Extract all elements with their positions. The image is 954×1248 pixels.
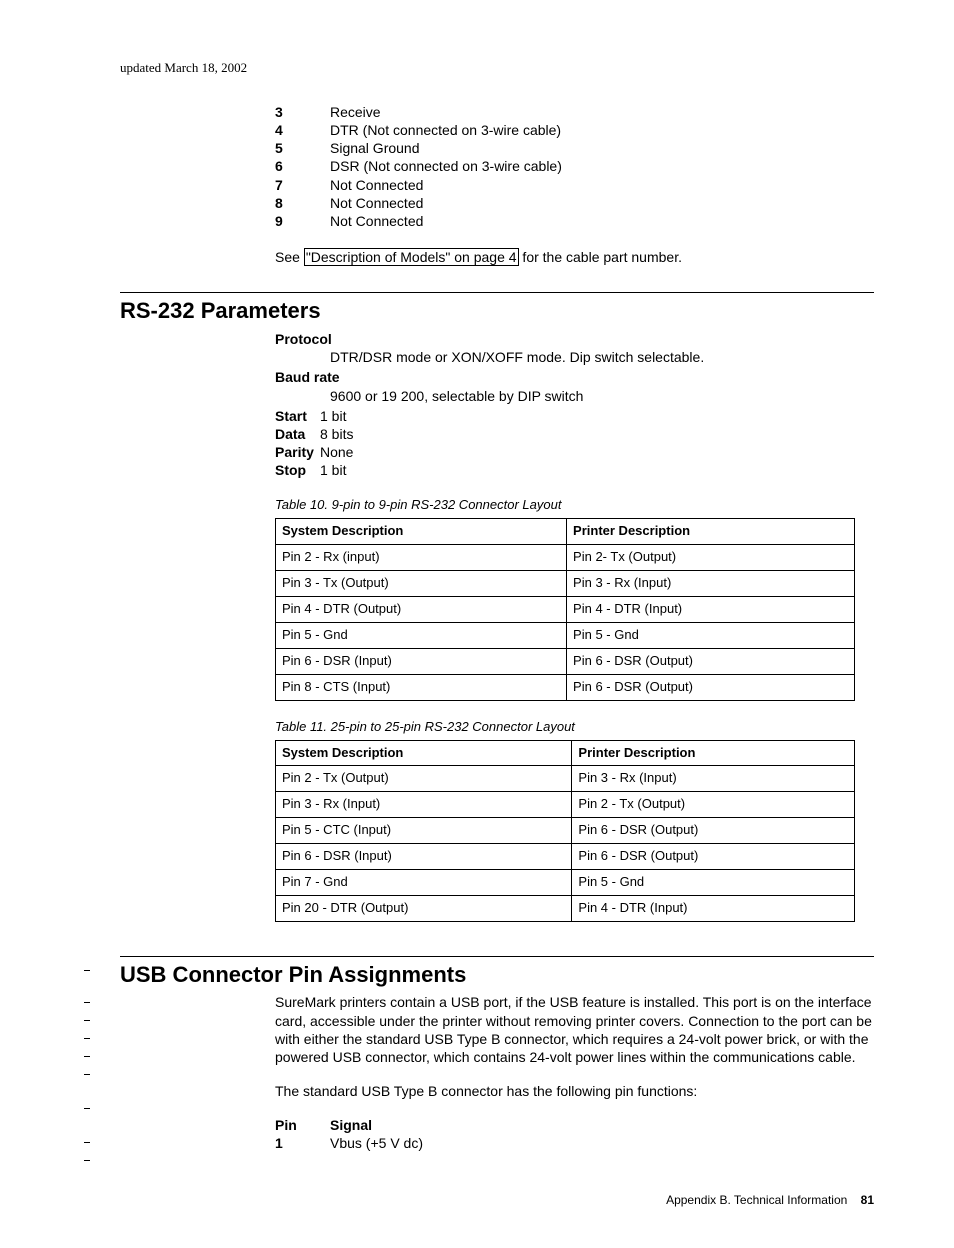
table-cell: Pin 2 - Tx (Output) (572, 792, 855, 818)
table-cell: Pin 3 - Rx (Input) (572, 766, 855, 792)
table-cell: Pin 3 - Tx (Output) (276, 571, 567, 597)
protocol-value: DTR/DSR mode or XON/XOFF mode. Dip switc… (330, 348, 874, 366)
table-cell: Pin 5 - Gnd (572, 869, 855, 895)
table11: System Description Printer Description P… (275, 740, 855, 922)
usb-heading: USB Connector Pin Assignments (120, 961, 874, 990)
table-row: Pin 20 - DTR (Output)Pin 4 - DTR (Input) (276, 895, 855, 921)
pin-number: 7 (275, 176, 330, 194)
table-row: Pin 6 - DSR (Input)Pin 6 - DSR (Output) (276, 648, 855, 674)
table-cell: Pin 3 - Rx (Input) (276, 792, 572, 818)
table-row: Pin 3 - Tx (Output)Pin 3 - Rx (Input) (276, 571, 855, 597)
pin-number: 9 (275, 212, 330, 230)
see-note-link[interactable]: "Description of Models" on page 4 (304, 248, 519, 266)
baud-label: Baud rate (275, 368, 874, 386)
pin-signal: Not Connected (330, 176, 423, 194)
table-cell: Pin 5 - Gnd (567, 622, 855, 648)
table10-caption: Table 10. 9-pin to 9-pin RS-232 Connecto… (275, 497, 874, 514)
usb-pin-header: Pin Signal 1 Vbus (+5 V dc) (275, 1116, 874, 1152)
start-value: 1 bit (320, 407, 346, 425)
table11-h2: Printer Description (572, 740, 855, 766)
table-cell: Pin 6 - DSR (Output) (567, 674, 855, 700)
pin-number: 5 (275, 139, 330, 157)
pin-row: 3Receive (275, 103, 874, 121)
pin-row: 9Not Connected (275, 212, 874, 230)
usb-pin-1-n: 1 (275, 1134, 330, 1152)
pin-row: 6DSR (Not connected on 3-wire cable) (275, 157, 874, 175)
table-cell: Pin 5 - CTC (Input) (276, 818, 572, 844)
stop-value: 1 bit (320, 461, 346, 479)
table-row: Pin 3 - Rx (Input)Pin 2 - Tx (Output) (276, 792, 855, 818)
section-rule (120, 292, 874, 293)
table-row: Pin 6 - DSR (Input)Pin 6 - DSR (Output) (276, 844, 855, 870)
see-note-prefix: See (275, 249, 304, 265)
table-row: Pin 4 - DTR (Output)Pin 4 - DTR (Input) (276, 597, 855, 623)
start-label: Start (275, 407, 320, 425)
table-cell: Pin 6 - DSR (Output) (572, 844, 855, 870)
pin-signal: DSR (Not connected on 3-wire cable) (330, 157, 562, 175)
usb-pin-1-s: Vbus (+5 V dc) (330, 1134, 423, 1152)
footer-appendix: Appendix B. Technical Information (666, 1193, 847, 1207)
pin-number: 3 (275, 103, 330, 121)
table-cell: Pin 4 - DTR (Output) (276, 597, 567, 623)
see-note-suffix: for the cable part number. (519, 249, 682, 265)
usb-paragraph-2: The standard USB Type B connector has th… (275, 1082, 874, 1100)
update-date: updated March 18, 2002 (120, 60, 874, 77)
table-cell: Pin 6 - DSR (Input) (276, 648, 567, 674)
see-note: See "Description of Models" on page 4 fo… (275, 248, 874, 266)
pin-number: 4 (275, 121, 330, 139)
table-cell: Pin 4 - DTR (Input) (567, 597, 855, 623)
table-cell: Pin 6 - DSR (Output) (572, 818, 855, 844)
pin-signal: Receive (330, 103, 381, 121)
usb-sig-col-h: Signal (330, 1116, 372, 1134)
parity-label: Parity (275, 443, 320, 461)
pin-signal: Not Connected (330, 212, 423, 230)
table10-h2: Printer Description (567, 519, 855, 545)
table-cell: Pin 6 - DSR (Output) (567, 648, 855, 674)
rs232-params: Protocol DTR/DSR mode or XON/XOFF mode. … (275, 330, 874, 922)
usb-section: USB Connector Pin Assignments SureMark p… (120, 956, 874, 1153)
table-row: Pin 2 - Tx (Output)Pin 3 - Rx (Input) (276, 766, 855, 792)
pin-signal: Signal Ground (330, 139, 420, 157)
parity-value: None (320, 443, 353, 461)
table-cell: Pin 7 - Gnd (276, 869, 572, 895)
page-footer: Appendix B. Technical Information 81 (120, 1193, 874, 1209)
usb-pin-col-h: Pin (275, 1116, 330, 1134)
protocol-label: Protocol (275, 330, 874, 348)
table-cell: Pin 2 - Tx (Output) (276, 766, 572, 792)
table-cell: Pin 3 - Rx (Input) (567, 571, 855, 597)
table-row: Pin 8 - CTS (Input)Pin 6 - DSR (Output) (276, 674, 855, 700)
footer-page-number: 81 (861, 1193, 874, 1207)
data-value: 8 bits (320, 425, 353, 443)
pin-row: 7Not Connected (275, 176, 874, 194)
pin-number: 6 (275, 157, 330, 175)
table-cell: Pin 5 - Gnd (276, 622, 567, 648)
table-cell: Pin 4 - DTR (Input) (572, 895, 855, 921)
baud-value: 9600 or 19 200, selectable by DIP switch (330, 387, 874, 405)
table10-h1: System Description (276, 519, 567, 545)
pin-list-top: 3Receive4DTR (Not connected on 3-wire ca… (275, 103, 874, 230)
pin-row: 8Not Connected (275, 194, 874, 212)
pin-signal: DTR (Not connected on 3-wire cable) (330, 121, 561, 139)
table-cell: Pin 2 - Rx (input) (276, 545, 567, 571)
table-cell: Pin 8 - CTS (Input) (276, 674, 567, 700)
pin-row: 5Signal Ground (275, 139, 874, 157)
table11-caption: Table 11. 25-pin to 25-pin RS-232 Connec… (275, 719, 874, 736)
pin-signal: Not Connected (330, 194, 423, 212)
usb-paragraph-1: SureMark printers contain a USB port, if… (275, 993, 874, 1066)
pin-row: 4DTR (Not connected on 3-wire cable) (275, 121, 874, 139)
table-row: Pin 5 - CTC (Input)Pin 6 - DSR (Output) (276, 818, 855, 844)
data-label: Data (275, 425, 320, 443)
table-row: Pin 5 - GndPin 5 - Gnd (276, 622, 855, 648)
rs232-heading: RS-232 Parameters (120, 297, 874, 326)
table-cell: Pin 20 - DTR (Output) (276, 895, 572, 921)
table-row: Pin 2 - Rx (input)Pin 2- Tx (Output) (276, 545, 855, 571)
stop-label: Stop (275, 461, 320, 479)
pin-number: 8 (275, 194, 330, 212)
section-rule-usb (120, 956, 874, 957)
table10: System Description Printer Description P… (275, 518, 855, 700)
table-cell: Pin 2- Tx (Output) (567, 545, 855, 571)
table-cell: Pin 6 - DSR (Input) (276, 844, 572, 870)
table11-h1: System Description (276, 740, 572, 766)
table-row: Pin 7 - GndPin 5 - Gnd (276, 869, 855, 895)
